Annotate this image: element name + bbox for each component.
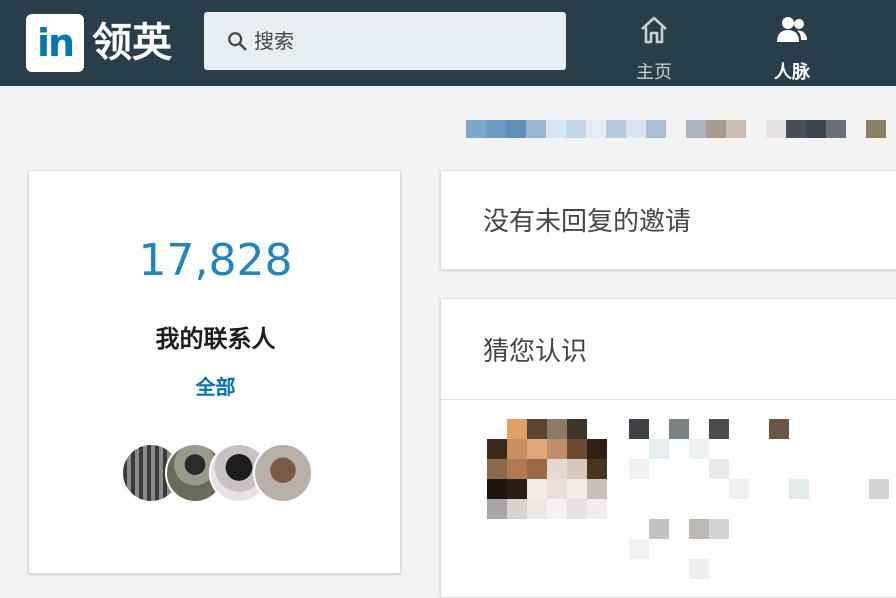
suggested-person-details: [625, 417, 896, 597]
nav-my-network[interactable]: 人脉: [752, 10, 832, 84]
global-nav: in 领英 主页 人脉: [0, 0, 896, 86]
nav-home[interactable]: 主页: [614, 10, 694, 84]
connections-count[interactable]: 17,828: [29, 235, 402, 286]
people-you-may-know-card: 猜您认识: [440, 298, 896, 598]
search-icon: [228, 32, 247, 51]
nav-my-network-label: 人脉: [774, 62, 810, 83]
divider: [441, 399, 896, 400]
search-input[interactable]: [254, 12, 554, 70]
connections-label: 我的联系人: [155, 325, 276, 353]
avatar[interactable]: [253, 443, 313, 503]
suggested-person-photo[interactable]: [487, 419, 611, 529]
see-all-connections-link[interactable]: 全部: [29, 371, 402, 400]
people-icon: [777, 17, 807, 42]
invitations-card: 没有未回复的邀请: [440, 170, 896, 270]
connections-card: 17,828 我的联系人 全部: [28, 170, 401, 574]
linkedin-logo[interactable]: in: [26, 14, 84, 72]
brand-name: 领英: [92, 20, 172, 66]
no-pending-invitations-text: 没有未回复的邀请: [483, 207, 692, 237]
pymk-title: 猜您认识: [483, 337, 588, 367]
search-box[interactable]: [204, 12, 566, 70]
logo-text: in: [36, 21, 75, 65]
connection-avatars: [121, 443, 321, 505]
nav-home-label: 主页: [636, 62, 672, 83]
home-icon: [641, 16, 667, 44]
